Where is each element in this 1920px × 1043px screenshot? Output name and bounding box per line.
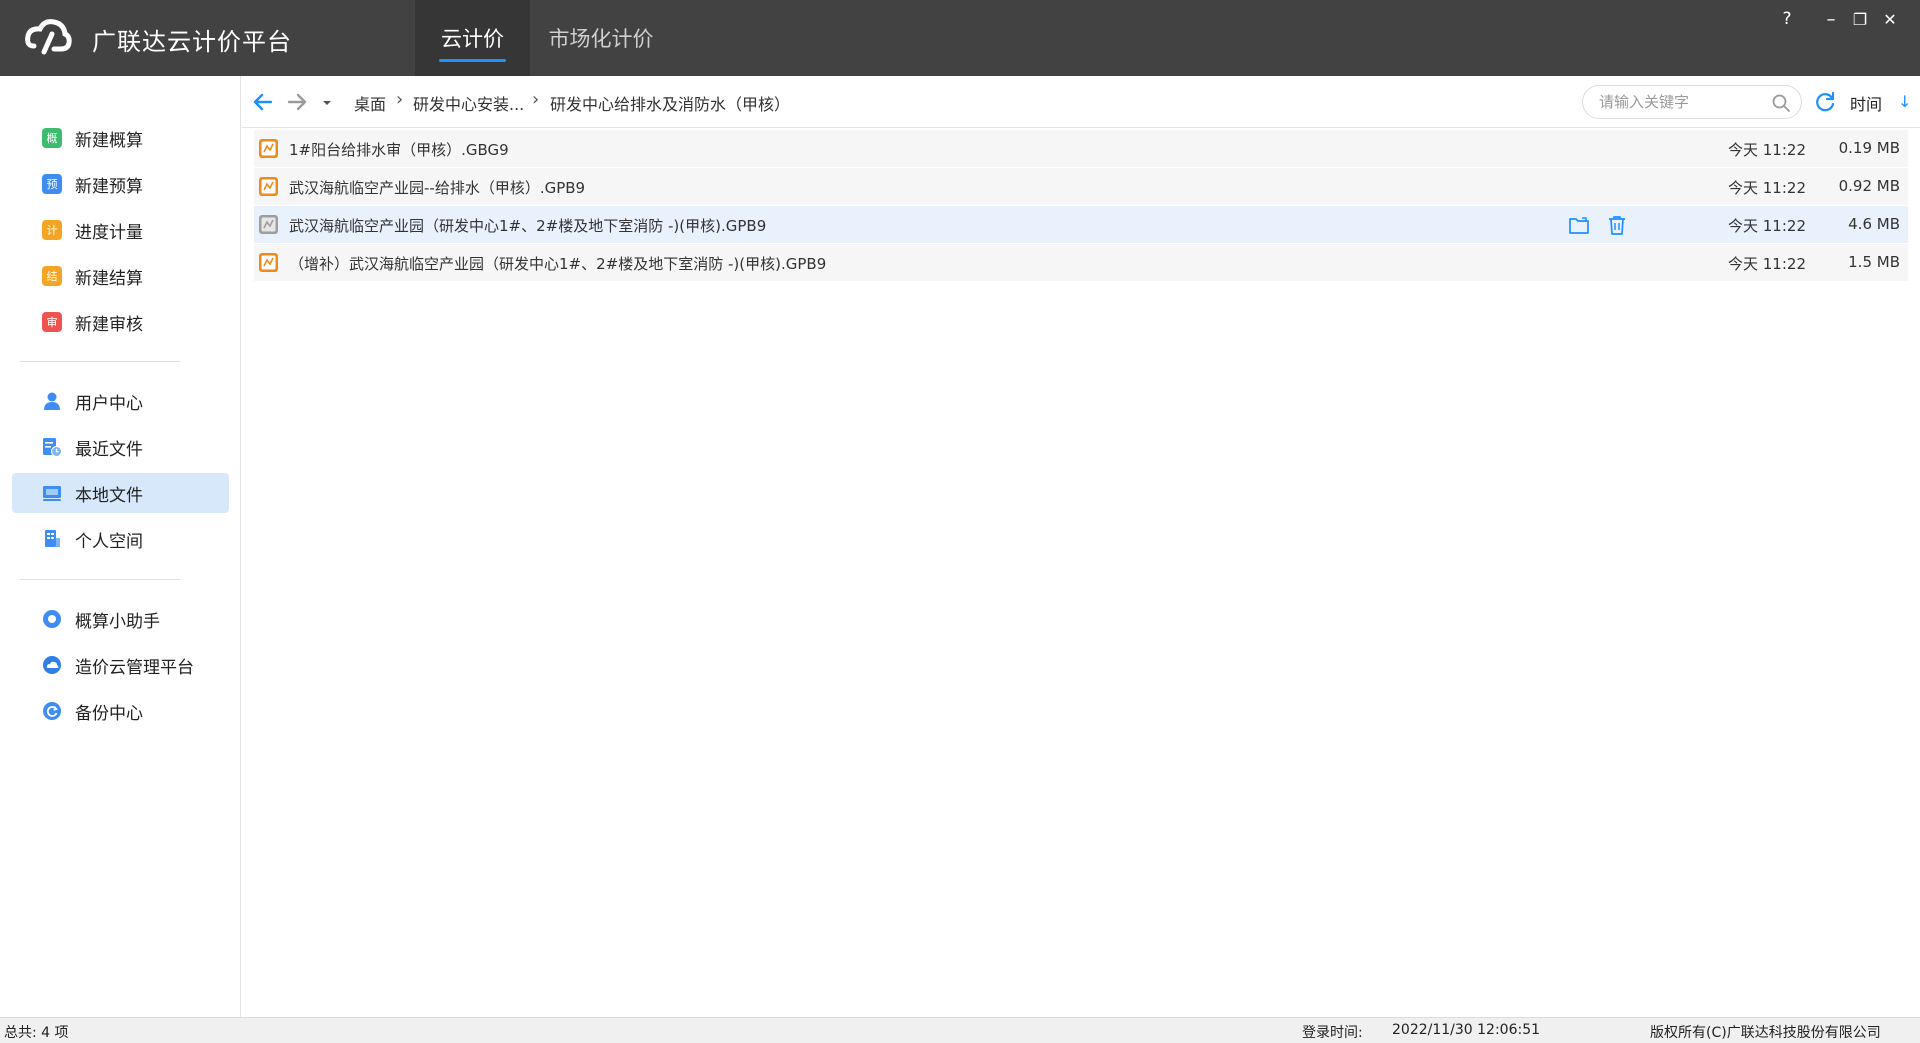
file-name: 1#阳台给排水审（甲核）.GBG9 [289,141,509,159]
login-time-label: 登录时间: [1302,1025,1363,1041]
sidebar-divider [20,579,180,580]
file-size: 1.5 MB [1848,253,1900,271]
sort-descending-icon[interactable]: ↓ [1898,92,1911,111]
gpb-file-icon [259,253,278,272]
sidebar-item-label: 新建预算 [75,176,143,197]
file-row[interactable]: （增补）武汉海航临空产业园（研发中心1#、2#楼及地下室消防 -)(甲核).GP… [254,244,1908,281]
sidebar-item-local-files[interactable]: 本地文件 [12,473,229,513]
file-row[interactable]: 武汉海航临空产业园--给排水（甲核）.GPB9 今天 11:22 0.92 MB [254,168,1908,205]
file-name: 武汉海航临空产业园--给排水（甲核）.GPB9 [289,179,586,197]
cloud-platform-icon [43,656,61,674]
sidebar-item-estimate-assistant[interactable]: 概算小助手 [12,599,229,639]
sidebar-item-user-center[interactable]: 用户中心 [12,381,229,421]
minimize-button[interactable]: – [1817,6,1845,32]
sort-by-time-button[interactable]: 时间 [1850,91,1882,115]
sidebar-item-label: 备份中心 [75,703,143,724]
delete-icon[interactable] [1606,214,1628,236]
history-dropdown-icon[interactable] [320,89,334,115]
file-time: 今天 11:22 [1728,255,1806,273]
gai-icon: 概 [42,128,62,148]
file-size: 4.6 MB [1848,215,1900,233]
gpb-file-icon [259,215,278,234]
login-time-value: 2022/11/30 12:06:51 [1392,1022,1541,1038]
sidebar-item-label: 概算小助手 [75,611,160,632]
user-icon [44,392,60,410]
sidebar-item-new-estimate[interactable]: 概 新建概算 [12,118,229,158]
back-arrow-icon[interactable] [250,89,276,115]
breadcrumb-current-folder[interactable]: 研发中心给排水及消防水（甲核） [550,91,790,115]
file-size: 0.19 MB [1838,139,1900,157]
recent-file-icon [43,438,62,457]
open-folder-icon[interactable] [1568,214,1590,236]
local-file-icon [43,486,61,501]
backup-icon [43,702,61,720]
assistant-icon [43,610,61,628]
sidebar-item-label: 用户中心 [75,393,143,414]
breadcrumb-separator-icon: › [532,89,540,110]
file-name: （增补）武汉海航临空产业园（研发中心1#、2#楼及地下室消防 -)(甲核).GP… [289,255,827,273]
sidebar: 概 新建概算 预 新建预算 计 进度计量 结 新建结算 审 新建审核 用户中心 … [0,76,241,1017]
help-button[interactable]: ? [1773,6,1801,32]
app-logo-icon [25,19,72,55]
status-bar: 总共: 4 项 登录时间: 2022/11/30 12:06:51 版权所有(C… [0,1017,1920,1043]
file-time: 今天 11:22 [1728,141,1806,159]
sidebar-item-cost-cloud-platform[interactable]: 造价云管理平台 [12,645,229,685]
search-box[interactable] [1582,85,1802,119]
jie-icon: 结 [42,266,62,286]
file-time: 今天 11:22 [1728,217,1806,235]
sidebar-item-label: 进度计量 [75,222,143,243]
close-button[interactable]: ✕ [1876,6,1904,32]
personal-space-icon [45,530,60,547]
file-size: 0.92 MB [1838,177,1900,195]
sidebar-item-new-audit[interactable]: 审 新建审核 [12,302,229,342]
copyright: 版权所有(C)广联达科技股份有限公司 [1650,1025,1881,1041]
title-bar: 广联达云计价平台 云计价 市场化计价 ? – ❐ ✕ [0,0,1920,76]
gpb-file-icon [259,177,278,196]
active-tab-indicator [439,59,506,62]
file-row[interactable]: 1#阳台给排水审（甲核）.GBG9 今天 11:22 0.19 MB [254,130,1908,167]
total-count: 总共: 4 项 [4,1025,69,1041]
tab-label: 市场化计价 [548,27,654,51]
forward-arrow-icon[interactable] [284,89,310,115]
sidebar-item-label: 本地文件 [75,485,143,506]
sidebar-item-label: 新建概算 [75,130,143,151]
search-icon[interactable] [1771,93,1791,113]
tab-cloud-pricing[interactable]: 云计价 [415,0,530,76]
shen-icon: 审 [42,312,62,332]
breadcrumb-desktop[interactable]: 桌面 [354,91,386,115]
file-name: 武汉海航临空产业园（研发中心1#、2#楼及地下室消防 -)(甲核).GPB9 [289,217,767,235]
sidebar-item-label: 造价云管理平台 [75,657,194,678]
file-time: 今天 11:22 [1728,179,1806,197]
yu-icon: 预 [42,174,62,194]
sidebar-item-new-budget[interactable]: 预 新建预算 [12,164,229,204]
sidebar-item-personal-space[interactable]: 个人空间 [12,519,229,559]
refresh-icon[interactable] [1812,89,1838,115]
sidebar-item-label: 最近文件 [75,439,143,460]
sidebar-item-progress-measure[interactable]: 计 进度计量 [12,210,229,250]
file-list: 1#阳台给排水审（甲核）.GBG9 今天 11:22 0.19 MB 武汉海航临… [254,130,1908,282]
restore-button[interactable]: ❐ [1846,6,1874,32]
ji-icon: 计 [42,220,62,240]
breadcrumb-rd-install[interactable]: 研发中心安装... [413,91,524,115]
tab-label: 云计价 [441,27,504,51]
sidebar-item-label: 新建审核 [75,314,143,335]
sidebar-item-recent-files[interactable]: 最近文件 [12,427,229,467]
sidebar-divider [20,361,180,362]
sidebar-item-label: 个人空间 [75,531,143,552]
search-input[interactable] [1599,92,1764,112]
sidebar-item-backup-center[interactable]: 备份中心 [12,691,229,731]
sidebar-item-new-settlement[interactable]: 结 新建结算 [12,256,229,296]
breadcrumb-separator-icon: › [396,89,404,110]
sidebar-item-label: 新建结算 [75,268,143,289]
tab-market-pricing[interactable]: 市场化计价 [530,0,672,76]
gbg-file-icon [259,139,278,158]
app-title: 广联达云计价平台 [92,28,292,56]
address-bar: 桌面 › 研发中心安装... › 研发中心给排水及消防水（甲核） 时间 ↓ [242,76,1920,128]
file-row[interactable]: 武汉海航临空产业园（研发中心1#、2#楼及地下室消防 -)(甲核).GPB9 今… [254,206,1908,243]
